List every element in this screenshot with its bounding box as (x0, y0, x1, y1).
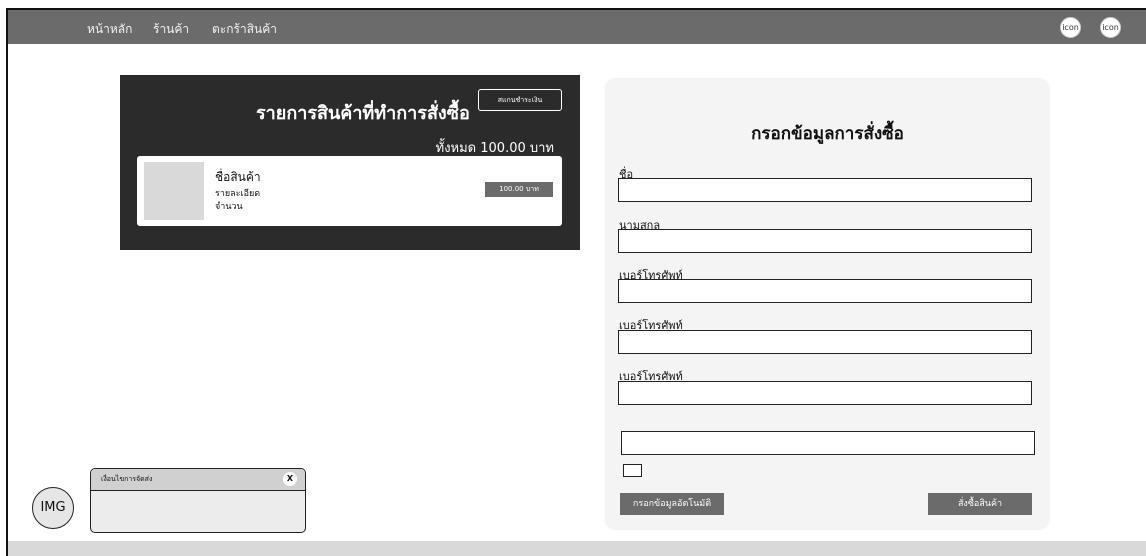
order-item-card: ชื่อสินค้า รายละเอียด จำนวน 100.00 บาท (137, 156, 562, 226)
auto-fill-button[interactable]: กรอกข้อมูลอัตโนมัติ (620, 493, 724, 515)
scan-pay-button[interactable]: สแกนชำระเงิน (478, 89, 562, 111)
product-description: รายละเอียด (215, 189, 261, 199)
order-total: ทั้งหมด 100.00 บาท (435, 141, 554, 156)
avatar[interactable]: IMG (32, 487, 74, 529)
top-navbar: หน้าหลัก ร้านค้า ตะกร้าสินค้า icon icon (8, 10, 1146, 44)
first-name-input[interactable] (618, 178, 1032, 202)
product-price-badge: 100.00 บาท (485, 182, 553, 197)
phone-input-2[interactable] (618, 330, 1032, 354)
order-summary-title: รายการสินค้าที่ทำการสั่งซื้อ (256, 103, 470, 124)
bottom-bar (8, 541, 1146, 556)
close-icon[interactable]: X (283, 472, 297, 486)
shipping-conditions-header: เงื่อนไขการจัดส่ง X (91, 469, 305, 491)
user-icon[interactable]: icon (1060, 17, 1081, 38)
nav-home-link[interactable]: หน้าหลัก (87, 20, 132, 39)
last-name-input[interactable] (618, 229, 1032, 253)
confirm-checkbox[interactable] (623, 464, 642, 477)
settings-icon[interactable]: icon (1100, 17, 1121, 38)
phone-input-3[interactable] (618, 381, 1032, 405)
order-form-panel: กรอกข้อมูลการสั่งซื้อ ชื่อ นามสกุล เบอร์… (605, 78, 1050, 530)
shipping-conditions-title: เงื่อนไขการจัดส่ง (101, 475, 153, 483)
extra-input[interactable] (621, 431, 1035, 455)
place-order-button[interactable]: สั่งซื้อสินค้า (928, 493, 1032, 515)
nav-shop-link[interactable]: ร้านค้า (153, 20, 189, 39)
nav-cart-link[interactable]: ตะกร้าสินค้า (212, 20, 277, 39)
product-quantity: จำนวน (215, 202, 243, 212)
phone-input-1[interactable] (618, 279, 1032, 303)
product-name: ชื่อสินค้า (215, 170, 261, 184)
order-form-title: กรอกข้อมูลการสั่งซื้อ (751, 124, 904, 144)
order-summary-panel: รายการสินค้าที่ทำการสั่งซื้อ สแกนชำระเงิ… (120, 75, 580, 250)
product-image (144, 162, 204, 220)
shipping-conditions-box: เงื่อนไขการจัดส่ง X (90, 468, 306, 533)
